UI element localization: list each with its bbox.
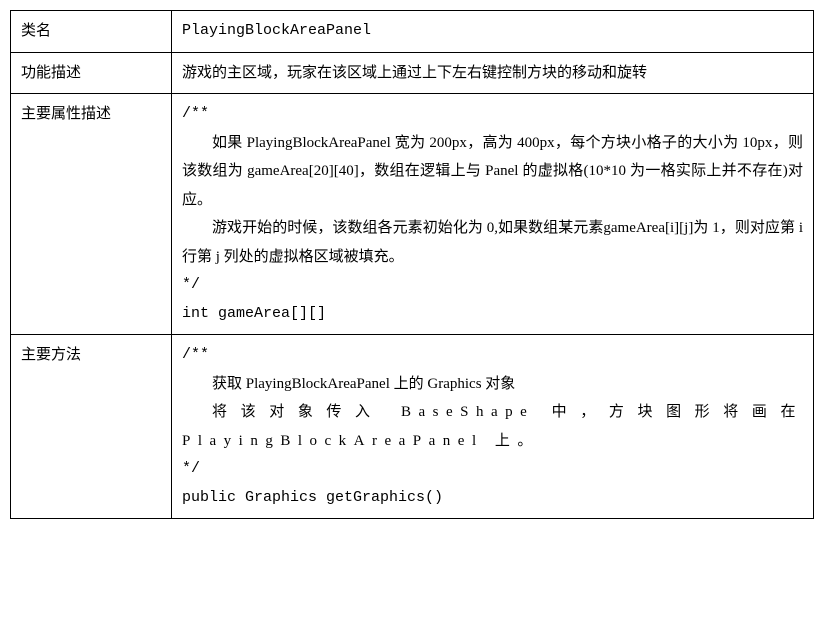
table-body: 类名 PlayingBlockAreaPanel 功能描述 游戏的主区域，玩家在… (11, 11, 814, 519)
row-content: 游戏的主区域，玩家在该区域上通过上下左右键控制方块的移动和旋转 (172, 52, 814, 94)
row-content: PlayingBlockAreaPanel (172, 11, 814, 53)
content-line: 将该对象传入 BaseShape 中，方块图形将画在PlayingBlockAr… (182, 398, 803, 455)
row-label: 功能描述 (11, 52, 172, 94)
class-doc-table: 类名 PlayingBlockAreaPanel 功能描述 游戏的主区域，玩家在… (10, 10, 814, 519)
table-row: 类名 PlayingBlockAreaPanel (11, 11, 814, 53)
row-label: 主要属性描述 (11, 94, 172, 335)
content-line: PlayingBlockAreaPanel (182, 17, 803, 46)
content-line: 游戏开始的时候，该数组各元素初始化为 0,如果数组某元素gameArea[i][… (182, 214, 803, 271)
table-row: 主要属性描述 /** 如果 PlayingBlockAreaPanel 宽为 2… (11, 94, 814, 335)
content-line: 游戏的主区域，玩家在该区域上通过上下左右键控制方块的移动和旋转 (182, 59, 803, 88)
row-content: /** 获取 PlayingBlockAreaPanel 上的 Graphics… (172, 335, 814, 519)
content-line: 获取 PlayingBlockAreaPanel 上的 Graphics 对象 (182, 370, 803, 399)
content-line: */ (182, 455, 803, 484)
content-line: /** (182, 341, 803, 370)
content-line: int gameArea[][] (182, 300, 803, 329)
content-line: */ (182, 271, 803, 300)
row-label: 主要方法 (11, 335, 172, 519)
row-content: /** 如果 PlayingBlockAreaPanel 宽为 200px，高为… (172, 94, 814, 335)
content-line: /** (182, 100, 803, 129)
table-row: 功能描述 游戏的主区域，玩家在该区域上通过上下左右键控制方块的移动和旋转 (11, 52, 814, 94)
content-line: public Graphics getGraphics() (182, 484, 803, 513)
row-label: 类名 (11, 11, 172, 53)
table-row: 主要方法 /** 获取 PlayingBlockAreaPanel 上的 Gra… (11, 335, 814, 519)
content-line: 如果 PlayingBlockAreaPanel 宽为 200px，高为 400… (182, 129, 803, 215)
